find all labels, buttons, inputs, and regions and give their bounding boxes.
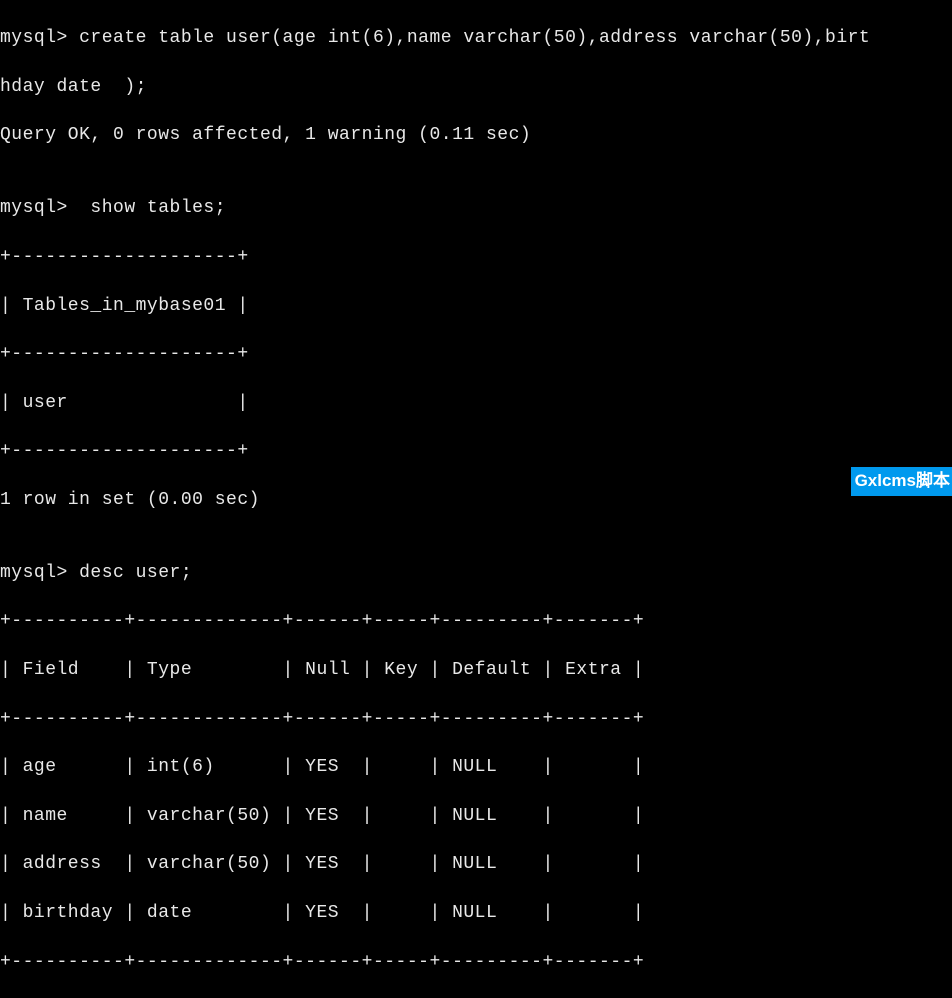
show-tables-result: 1 row in set (0.00 sec) [0, 488, 952, 512]
table-row: | age | int(6) | YES | | NULL | | [0, 755, 952, 779]
desc-border: +----------+-------------+------+-----+-… [0, 609, 952, 633]
desc-border: +----------+-------------+------+-----+-… [0, 707, 952, 731]
tables-border: +--------------------+ [0, 245, 952, 269]
watermark-badge: Gxlcms脚本 [851, 467, 952, 496]
create-table-result: Query OK, 0 rows affected, 1 warning (0.… [0, 123, 952, 147]
tables-border: +--------------------+ [0, 439, 952, 463]
tables-header: | Tables_in_mybase01 | [0, 294, 952, 318]
create-table-command-line2: hday date ); [0, 75, 952, 99]
table-row: | address | varchar(50) | YES | | NULL |… [0, 852, 952, 876]
desc-border: +----------+-------------+------+-----+-… [0, 950, 952, 974]
table-row: | name | varchar(50) | YES | | NULL | | [0, 804, 952, 828]
tables-border: +--------------------+ [0, 342, 952, 366]
table-row: | birthday | date | YES | | NULL | | [0, 901, 952, 925]
create-table-command-line1: mysql> create table user(age int(6),name… [0, 26, 952, 50]
desc-user-command: mysql> desc user; [0, 561, 952, 585]
show-tables-command: mysql> show tables; [0, 196, 952, 220]
mysql-terminal[interactable]: mysql> create table user(age int(6),name… [0, 0, 952, 998]
table-row: | user | [0, 391, 952, 415]
desc-header: | Field | Type | Null | Key | Default | … [0, 658, 952, 682]
